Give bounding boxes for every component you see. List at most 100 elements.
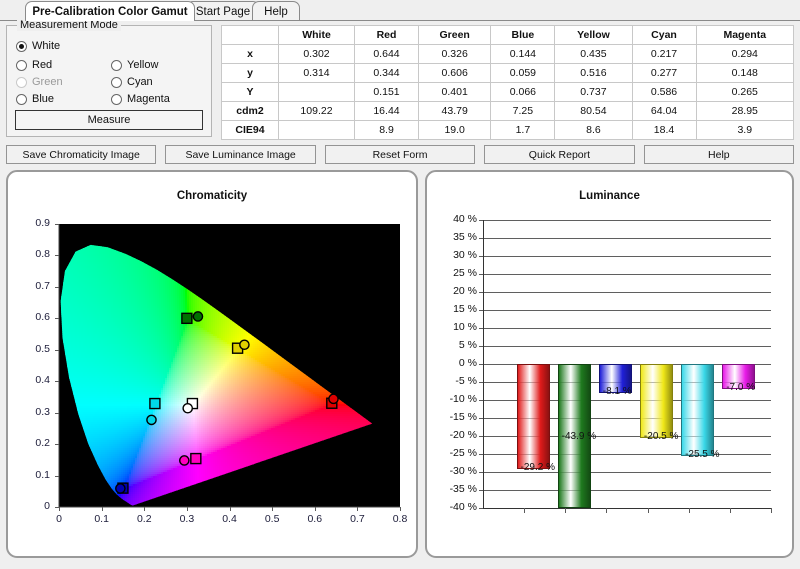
- chromaticity-y-tick: [55, 318, 59, 320]
- row-header: y: [221, 63, 279, 83]
- button-label: Help: [708, 149, 730, 161]
- save-chromaticity-image-button[interactable]: Save Chromaticity Image: [6, 145, 157, 164]
- table-cell: 0.302: [278, 44, 355, 64]
- radio-yellow[interactable]: Yellow: [111, 60, 158, 71]
- luminance-gridline: [483, 310, 771, 311]
- chromaticity-x-tick: [186, 507, 188, 511]
- table-header-cell: Cyan: [631, 25, 697, 45]
- radio-label: Cyan: [127, 77, 153, 88]
- chromaticity-y-tick-label: 0.4: [16, 374, 50, 386]
- table-header-cell: [221, 25, 279, 45]
- chromaticity-y-tick-label: 0.5: [16, 343, 50, 355]
- radio-cyan[interactable]: Cyan: [111, 77, 153, 88]
- chromaticity-y-tick: [55, 381, 59, 383]
- luminance-bar-label: -7.0 %: [726, 382, 755, 393]
- table-header-cell: Blue: [490, 25, 556, 45]
- color-measurement-table: White Red Green Blue Yellow Cyan Magenta…: [221, 25, 795, 140]
- table-row: x 0.302 0.644 0.326 0.144 0.435 0.217 0.…: [221, 44, 795, 64]
- chromaticity-x-tick: [400, 507, 401, 511]
- luminance-y-tick-label: -40 %: [433, 501, 477, 513]
- radio-label: Green: [32, 77, 63, 88]
- table-cell: 0.294: [695, 44, 795, 64]
- tab-help[interactable]: Help: [252, 1, 300, 21]
- table-cell: 19.0: [417, 120, 492, 140]
- radio-green[interactable]: Green: [16, 77, 63, 88]
- chromaticity-x-tick: [272, 507, 274, 511]
- radio-magenta[interactable]: Magenta: [111, 94, 170, 105]
- luminance-gridline: [483, 292, 771, 293]
- table-row: Y 0.151 0.401 0.066 0.737 0.586 0.265: [221, 82, 795, 102]
- chromaticity-x-tick: [357, 507, 359, 511]
- radio-white[interactable]: White: [16, 41, 60, 52]
- measure-button-label: Measure: [88, 114, 131, 126]
- tab-label: Help: [264, 6, 288, 18]
- luminance-y-tick-label: 35 %: [433, 231, 477, 243]
- measurement-mode-group: Measurement Mode White Red Green Blue Ye…: [6, 19, 212, 137]
- chromaticity-y-tick: [55, 286, 59, 288]
- luminance-gridline: [483, 490, 771, 491]
- radio-button-icon: [16, 77, 27, 88]
- tab-start-page[interactable]: Start Page: [186, 1, 260, 21]
- luminance-y-tick-label: -25 %: [433, 447, 477, 459]
- radio-button-icon: [16, 94, 27, 105]
- chromaticity-y-tick: [55, 475, 59, 477]
- luminance-x-tick: [688, 508, 690, 513]
- table-cell: 64.04: [631, 101, 697, 121]
- table-cell: 109.22: [278, 101, 355, 121]
- chromaticity-x-tick: [314, 507, 316, 511]
- table-cell: 0.326: [417, 44, 492, 64]
- luminance-bar: [516, 364, 550, 470]
- table-cell: 8.6: [554, 120, 633, 140]
- luminance-y-tick-label: 10 %: [433, 321, 477, 333]
- radio-blue[interactable]: Blue: [16, 94, 54, 105]
- measure-button[interactable]: Measure: [15, 110, 203, 130]
- chromaticity-y-tick-label: 0.3: [16, 406, 50, 418]
- save-luminance-image-button[interactable]: Save Luminance Image: [165, 145, 316, 164]
- luminance-gridline: [483, 256, 771, 257]
- chromaticity-y-tick-label: 0: [16, 500, 50, 512]
- table-cell: 28.95: [695, 101, 795, 121]
- chromaticity-target-marker: [181, 312, 193, 325]
- chromaticity-measured-marker: [239, 339, 250, 351]
- chromaticity-x-tick: [229, 507, 231, 511]
- table-cell: 7.25: [490, 101, 556, 121]
- chromaticity-x-tick-label: 0.7: [342, 513, 372, 525]
- luminance-y-axis: [483, 220, 484, 508]
- luminance-bar-label: -8.1 %: [603, 386, 632, 397]
- chromaticity-y-tick-label: 0.1: [16, 469, 50, 481]
- help-button[interactable]: Help: [643, 145, 795, 164]
- chromaticity-x-tick: [144, 507, 146, 511]
- table-cell: 0.217: [631, 44, 697, 64]
- tab-label: Pre-Calibration Color Gamut: [32, 6, 187, 18]
- chromaticity-target-marker: [149, 397, 161, 410]
- table-row: CIE94 8.9 19.0 1.7 8.6 18.4 3.9: [221, 120, 795, 140]
- chromaticity-y-tick: [55, 224, 59, 225]
- luminance-y-tick-label: 5 %: [433, 339, 477, 351]
- luminance-bar-label: -43.9 %: [562, 431, 596, 442]
- chromaticity-chart-panel: Chromaticity 0 0.1 0.2 0.3 0.4 0.5 0.6 0.7 0.8 0.…: [6, 170, 418, 558]
- chromaticity-x-tick-label: 0.4: [215, 513, 245, 525]
- luminance-y-tick-label: 40 %: [433, 213, 477, 225]
- radio-label: Yellow: [127, 60, 158, 71]
- luminance-x-axis: [483, 508, 771, 509]
- tab-pre-calibration-color-gamut[interactable]: Pre-Calibration Color Gamut: [25, 1, 195, 21]
- chromaticity-y-tick: [55, 412, 59, 414]
- chromaticity-x-tick: [101, 507, 103, 511]
- luminance-y-tick-label: -5 %: [433, 375, 477, 387]
- luminance-y-tick-label: 0 %: [433, 357, 477, 369]
- table-cell: 0.737: [554, 82, 633, 102]
- chromaticity-y-tick-label: 0.6: [16, 311, 50, 323]
- tab-strip: Pre-Calibration Color Gamut Start Page H…: [0, 0, 800, 21]
- reset-form-button[interactable]: Reset Form: [324, 145, 476, 164]
- radio-red[interactable]: Red: [16, 60, 52, 71]
- luminance-y-tick-label: -15 %: [433, 411, 477, 423]
- table-cell: 80.54: [554, 101, 633, 121]
- radio-button-icon: [111, 77, 122, 88]
- quick-report-button[interactable]: Quick Report: [484, 145, 635, 164]
- table-cell: 1.7: [490, 120, 556, 140]
- luminance-gridline: [483, 274, 771, 275]
- luminance-bar: [681, 364, 715, 456]
- table-cell: 0.606: [417, 63, 492, 83]
- radio-label: Magenta: [127, 94, 170, 105]
- chromaticity-y-tick-label: 0.7: [16, 280, 50, 292]
